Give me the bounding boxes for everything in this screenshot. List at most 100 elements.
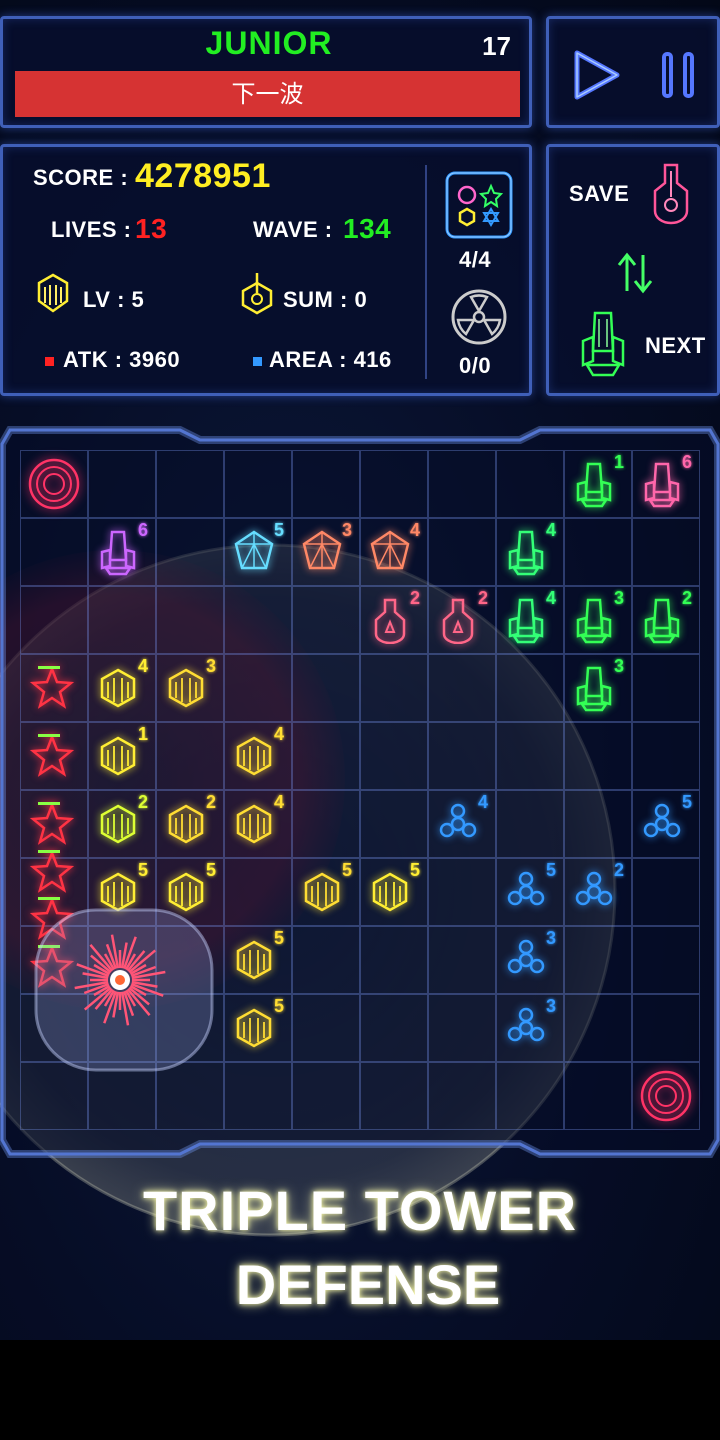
board-cell[interactable] — [564, 1062, 632, 1130]
explosion-effect — [34, 908, 214, 1072]
tower-level: 3 — [546, 996, 557, 1016]
board-cell[interactable] — [564, 722, 632, 790]
area-marker — [253, 357, 262, 366]
board-cell[interactable] — [428, 654, 496, 722]
board-cell[interactable] — [156, 586, 224, 654]
wave-value: 134 — [343, 213, 392, 244]
tower-level: 2 — [206, 792, 217, 812]
tagline-line1: TRIPLE TOWER — [142, 1179, 578, 1242]
difficulty-label: JUNIOR — [205, 25, 333, 61]
lives-value: 13 — [135, 213, 168, 244]
next-wave-button[interactable]: 下一波 — [15, 71, 520, 117]
board-cell[interactable] — [292, 586, 360, 654]
board-cell[interactable] — [360, 722, 428, 790]
lives-label: LIVES : — [51, 217, 132, 242]
sum-label: SUM : 0 — [283, 287, 368, 312]
board-cell[interactable] — [428, 518, 496, 586]
board-cell[interactable] — [360, 1062, 428, 1130]
radiation-icon[interactable] — [449, 287, 509, 347]
play-icon[interactable] — [571, 47, 623, 103]
board-cell[interactable] — [224, 858, 292, 926]
board-cell[interactable] — [496, 790, 564, 858]
board-cell[interactable] — [428, 450, 496, 518]
enemy-star-icon — [30, 802, 74, 845]
board-cell[interactable] — [292, 722, 360, 790]
stats-panel: SCORE : 4278951 LIVES : 13 WAVE : 134 LV… — [0, 144, 532, 396]
tower-level: 5 — [342, 860, 353, 880]
board-cell[interactable] — [224, 586, 292, 654]
area-label: AREA : 416 — [269, 347, 392, 372]
board-cell[interactable] — [564, 994, 632, 1062]
board-cell[interactable] — [428, 994, 496, 1062]
board-cell[interactable] — [632, 926, 700, 994]
board-cell[interactable] — [292, 790, 360, 858]
board-cell[interactable] — [564, 790, 632, 858]
board-cell[interactable] — [496, 450, 564, 518]
board-cell[interactable] — [496, 722, 564, 790]
tower-level: 4 — [274, 724, 285, 744]
board-cell[interactable] — [292, 1062, 360, 1130]
board-cell[interactable] — [292, 926, 360, 994]
tower-level: 4 — [138, 656, 149, 676]
board-cell[interactable] — [156, 722, 224, 790]
tower-level: 4 — [274, 792, 285, 812]
wave-status-panel: JUNIOR 17 下一波 — [0, 16, 532, 128]
board-cell[interactable] — [360, 994, 428, 1062]
board-cell[interactable] — [292, 450, 360, 518]
enemy-star-icon — [30, 734, 74, 777]
tower-slots-icon[interactable] — [443, 169, 515, 241]
wave-counter: 17 — [482, 31, 511, 61]
tower-level: 1 — [138, 724, 149, 744]
tower-level: 3 — [546, 928, 557, 948]
board-cell[interactable] — [224, 450, 292, 518]
atk-marker — [45, 357, 54, 366]
tower-level: 5 — [546, 860, 557, 880]
board-cell[interactable] — [564, 518, 632, 586]
board-cell[interactable] — [360, 790, 428, 858]
board-cell[interactable] — [156, 450, 224, 518]
board-cell[interactable] — [632, 858, 700, 926]
tower-level: 2 — [682, 588, 693, 608]
board-cell[interactable] — [20, 586, 88, 654]
board-cell[interactable] — [564, 926, 632, 994]
board-cell[interactable] — [88, 450, 156, 518]
board-cell[interactable] — [632, 654, 700, 722]
tower-slots-value: 4/4 — [459, 247, 492, 272]
board-cell[interactable] — [292, 994, 360, 1062]
tower-level: 6 — [138, 520, 149, 540]
next-label: NEXT — [645, 333, 706, 358]
saved-tower-icon[interactable] — [649, 161, 693, 225]
tower-level: 3 — [614, 588, 625, 608]
board-cell[interactable] — [360, 926, 428, 994]
pause-icon[interactable] — [661, 51, 695, 99]
enemy-star-icon — [30, 666, 74, 709]
wave-label: WAVE : — [253, 217, 333, 242]
tower-level: 3 — [342, 520, 353, 540]
tower-level: 5 — [206, 860, 217, 880]
board-cell[interactable] — [156, 518, 224, 586]
board-cell[interactable] — [224, 654, 292, 722]
board-cell[interactable] — [428, 722, 496, 790]
board-cell[interactable] — [360, 654, 428, 722]
board-cell[interactable] — [88, 586, 156, 654]
board-cell[interactable] — [632, 994, 700, 1062]
save-label: SAVE — [569, 181, 630, 206]
board-cell[interactable] — [496, 1062, 564, 1130]
bottom-black-bar — [0, 1340, 720, 1440]
board-cell[interactable] — [496, 654, 564, 722]
board-cell[interactable] — [632, 722, 700, 790]
board-cell[interactable] — [20, 518, 88, 586]
tower-level: 2 — [478, 588, 489, 608]
board-cell[interactable] — [632, 518, 700, 586]
atk-label: ATK : 3960 — [63, 347, 181, 372]
board-cell[interactable] — [224, 1062, 292, 1130]
board-cell[interactable] — [360, 450, 428, 518]
board-cell[interactable] — [428, 858, 496, 926]
tower-level: 2 — [410, 588, 421, 608]
board-cell[interactable] — [292, 654, 360, 722]
board-cell[interactable] — [428, 926, 496, 994]
tower-level: 5 — [682, 792, 693, 812]
playback-controls — [546, 16, 720, 128]
board-cell[interactable] — [428, 1062, 496, 1130]
swap-icon[interactable] — [611, 251, 659, 295]
